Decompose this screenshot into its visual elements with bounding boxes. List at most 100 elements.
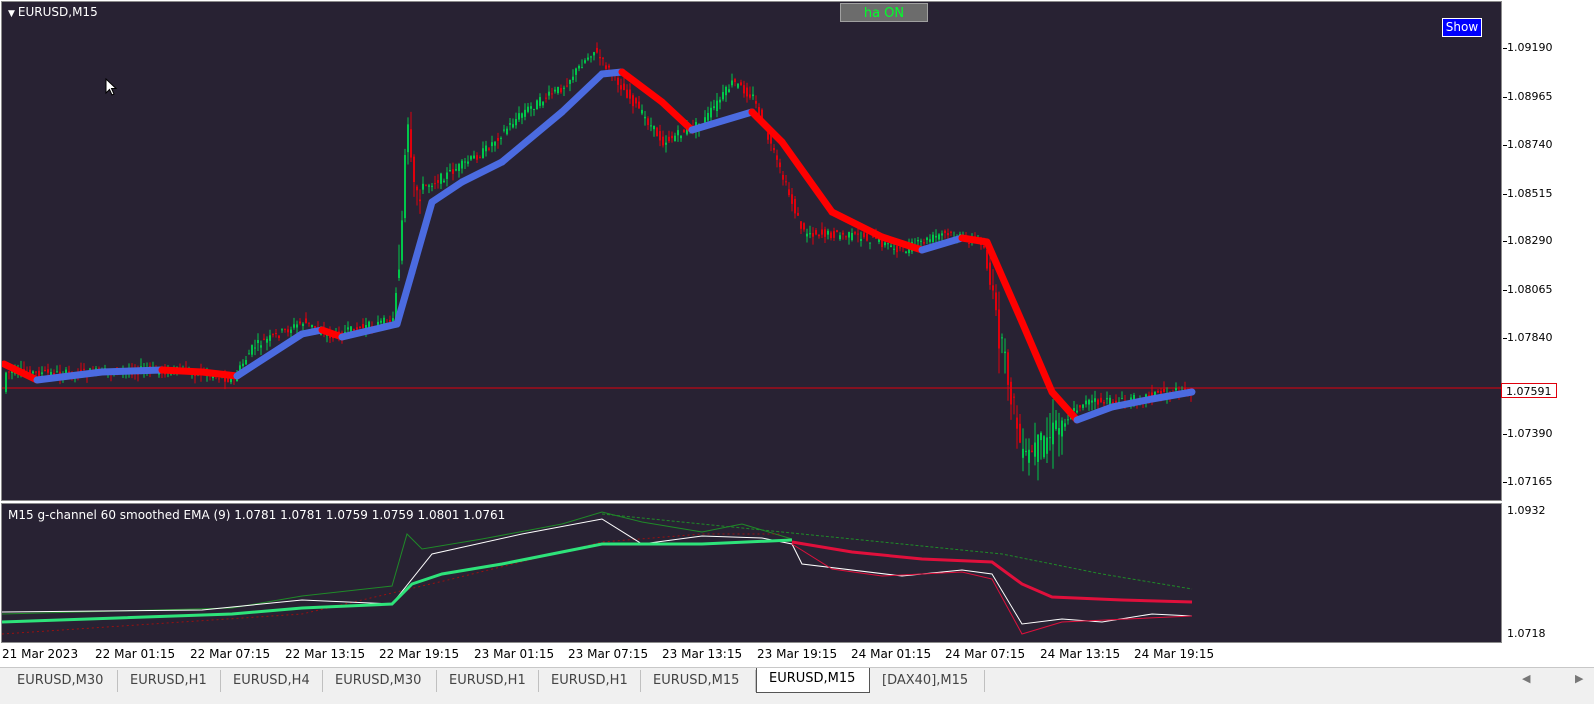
dropdown-triangle-icon[interactable]: ▼ <box>8 9 15 19</box>
time-label: 24 Mar 13:15 <box>1040 647 1121 661</box>
candle-body <box>563 87 565 89</box>
main-chart-pane[interactable]: ▼ EURUSD,M15 ha ON Show <box>1 1 1502 501</box>
chart-tab[interactable]: EURUSD,H1 <box>118 670 221 692</box>
indicator-canvas[interactable] <box>2 504 1501 642</box>
candle-body <box>773 147 775 151</box>
candle-body <box>743 85 745 94</box>
candle-body <box>245 359 247 365</box>
indicator-pane[interactable]: M15 g-channel 60 smoothed EMA (9) 1.0781… <box>1 503 1502 643</box>
candle-body <box>428 185 430 187</box>
price-line <box>2 518 1193 625</box>
chart-symbol-title[interactable]: ▼ EURUSD,M15 <box>8 5 98 19</box>
arrow-left-icon[interactable]: ◀ <box>1522 672 1530 685</box>
candle-body <box>1088 399 1090 405</box>
candle-body <box>284 329 286 331</box>
candle-body <box>446 172 448 179</box>
candle-body <box>566 85 568 87</box>
candle-body <box>1091 400 1093 403</box>
candle-body <box>1010 381 1012 405</box>
indicator-scale-label: 1.0932 <box>1507 504 1546 517</box>
candle-body <box>680 135 682 139</box>
chart-tab[interactable]: EURUSD,M30 <box>323 670 437 692</box>
candle-body <box>659 131 661 141</box>
candle-body <box>998 309 1000 349</box>
candle-body <box>662 136 664 146</box>
candle-body <box>836 230 838 233</box>
candle-body <box>797 212 799 216</box>
candle-body <box>560 88 562 93</box>
candle-body <box>263 338 265 340</box>
candle-body <box>734 79 736 83</box>
candle-body <box>821 229 823 235</box>
indicator-scale-label: 1.0718 <box>1507 627 1546 640</box>
candle-body <box>1031 450 1033 453</box>
show-button[interactable]: Show <box>1442 18 1482 37</box>
candle-body <box>491 142 493 147</box>
candle-body <box>830 232 832 239</box>
chart-tab[interactable]: [DAX40],M15 <box>870 670 985 692</box>
candle-body <box>1163 388 1165 393</box>
candle-body <box>254 347 256 349</box>
candle-body <box>287 329 289 333</box>
candle-body <box>989 262 991 285</box>
candle-body <box>845 236 847 238</box>
candle-body <box>806 233 808 237</box>
candle-body <box>356 327 358 330</box>
candle-body <box>713 106 715 109</box>
candle-body <box>464 161 466 163</box>
candle-body <box>620 85 622 90</box>
candle-body <box>41 372 43 375</box>
candle-body <box>932 234 934 242</box>
candle-body <box>776 155 778 160</box>
candle-body <box>710 107 712 118</box>
candle-body <box>629 89 631 99</box>
trend-line-segment <box>983 238 1026 326</box>
ha-toggle-button[interactable]: ha ON <box>840 3 928 22</box>
candle-body <box>548 91 550 96</box>
candle-body <box>917 240 919 242</box>
candle-body <box>278 335 280 338</box>
chart-tab[interactable]: EURUSD,H1 <box>539 670 641 692</box>
candle-body <box>299 321 301 324</box>
main-price-scale[interactable]: 1.09190 1.08965 1.08740 1.08515 1.08290 1.080… <box>1503 1 1594 501</box>
candle-body <box>1019 423 1021 443</box>
chart-tab[interactable]: EURUSD,M30 <box>5 670 118 692</box>
candle-body <box>380 320 382 323</box>
price-label: 1.07390 <box>1507 427 1553 440</box>
candle-body <box>1058 428 1060 435</box>
candle-body <box>539 97 541 106</box>
chart-tab[interactable]: EURUSD,M15 <box>641 670 756 692</box>
chart-tab[interactable]: EURUSD,H4 <box>221 670 323 692</box>
time-label: 22 Mar 19:15 <box>379 647 460 661</box>
tab-active[interactable]: EURUSD,M15 <box>756 668 870 693</box>
candle-body <box>824 229 826 237</box>
candle-body <box>986 249 988 269</box>
candle-body <box>857 233 859 235</box>
price-chart-canvas[interactable] <box>2 2 1501 500</box>
candle-body <box>593 52 595 56</box>
candle-body <box>536 100 538 110</box>
candle-body <box>362 324 364 329</box>
chart-tab[interactable]: EURUSD,H1 <box>437 670 539 692</box>
candle-body <box>1004 351 1006 354</box>
candle-body <box>854 232 856 234</box>
candle-body <box>581 67 583 69</box>
candle-body <box>683 129 685 133</box>
candle-body <box>653 125 655 130</box>
candle-body <box>731 80 733 86</box>
price-down-line <box>791 543 1193 635</box>
candle-body <box>218 378 220 380</box>
arrow-right-icon[interactable]: ▶ <box>1575 672 1583 685</box>
price-label: 1.07165 <box>1507 475 1553 488</box>
trend-line-segment <box>688 108 756 134</box>
indicator-price-scale[interactable]: 1.0932 1.0718 <box>1503 503 1594 643</box>
candle-body <box>305 318 307 324</box>
trend-line-segment <box>1018 318 1056 396</box>
candle-body <box>725 86 727 96</box>
candle-body <box>737 83 739 88</box>
candle-body <box>968 243 970 245</box>
price-label: 1.08065 <box>1507 283 1553 296</box>
candle-body <box>461 160 463 169</box>
time-axis[interactable]: 21 Mar 2023 22 Mar 01:15 22 Mar 07:15 22 Ma… <box>0 644 1503 666</box>
candle-body <box>44 369 46 371</box>
